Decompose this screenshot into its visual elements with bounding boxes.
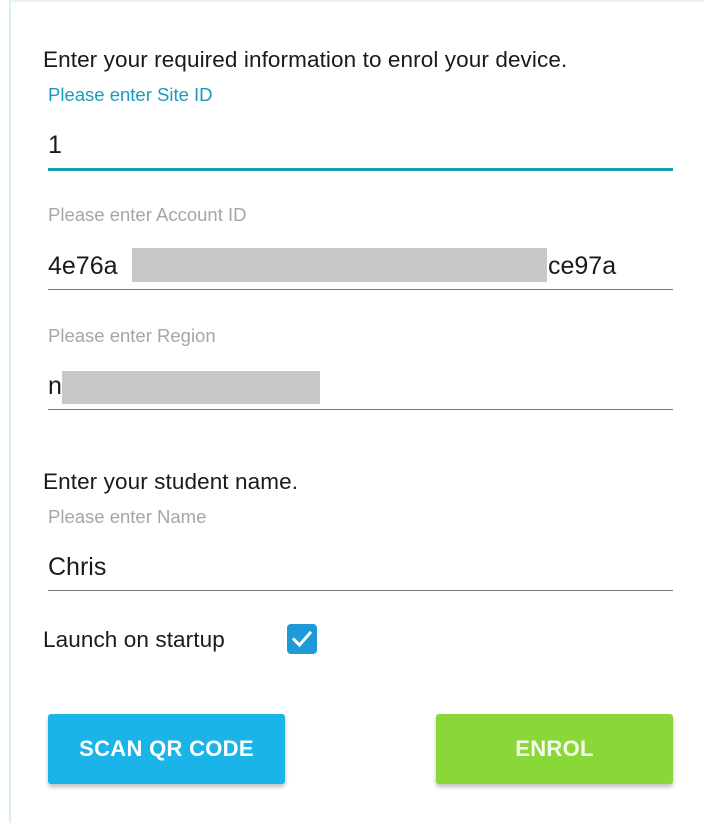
region-redaction bbox=[62, 371, 320, 404]
region-value-start: n bbox=[48, 372, 62, 400]
checkmark-icon bbox=[291, 630, 313, 648]
name-label: Please enter Name bbox=[48, 506, 207, 527]
name-input[interactable]: Chris bbox=[48, 553, 106, 582]
site-id-label: Please enter Site ID bbox=[48, 84, 213, 105]
window-top-edge bbox=[10, 0, 704, 6]
account-id-label: Please enter Account ID bbox=[48, 204, 247, 225]
region-underline bbox=[48, 409, 673, 410]
student-name-title: Enter your student name. bbox=[43, 469, 299, 494]
launch-on-startup-checkbox[interactable] bbox=[287, 624, 317, 654]
site-id-underline bbox=[48, 168, 673, 171]
account-id-redaction bbox=[132, 248, 547, 282]
scan-qr-code-button[interactable]: SCAN QR CODE bbox=[48, 714, 285, 784]
launch-on-startup-label: Launch on startup bbox=[43, 627, 225, 652]
name-underline bbox=[48, 590, 673, 591]
account-id-underline bbox=[48, 289, 673, 290]
enrol-instructions-title: Enter your required information to enrol… bbox=[43, 47, 568, 72]
site-id-input[interactable]: 1 bbox=[48, 131, 62, 160]
window-left-edge bbox=[0, 0, 11, 823]
account-id-input[interactable]: 4e76a ce97a bbox=[48, 244, 673, 286]
account-id-value-start: 4e76a bbox=[48, 252, 118, 280]
region-label: Please enter Region bbox=[48, 325, 216, 346]
account-id-value-end: ce97a bbox=[548, 252, 617, 280]
enrol-button[interactable]: ENROL bbox=[436, 714, 673, 784]
region-input[interactable]: n bbox=[48, 364, 673, 406]
